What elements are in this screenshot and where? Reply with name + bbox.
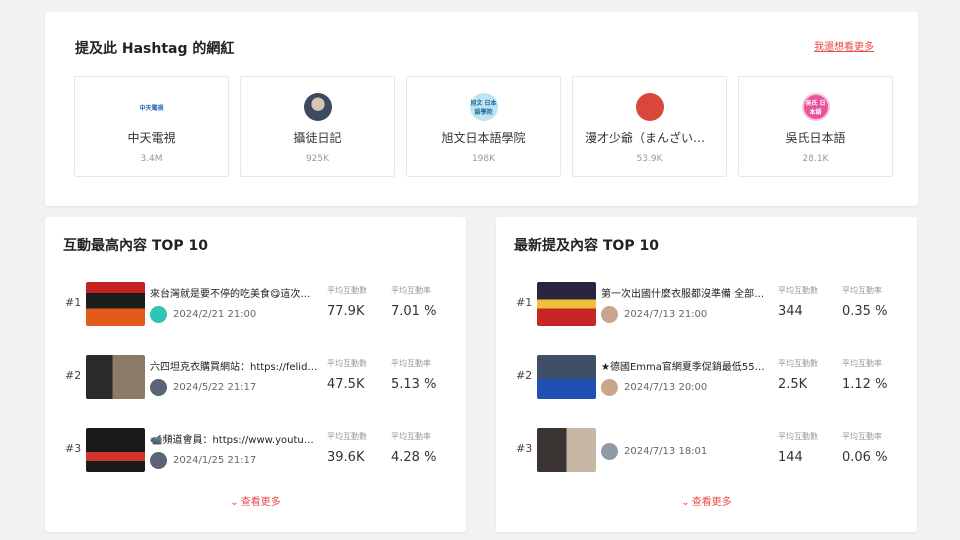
avg-rate-label: 平均互動率 — [391, 432, 431, 441]
avg-interactions-value: 2.5K — [778, 377, 808, 392]
see-more-influencers-link[interactable]: 我還想看更多 — [814, 38, 874, 53]
channel-avatar-icon — [150, 452, 167, 469]
post-thumbnail[interactable] — [537, 355, 596, 399]
influencers-card: 提及此 Hashtag 的網紅 我還想看更多 中天電視 中天電視 3.4M 攝徒… — [45, 12, 918, 206]
post-thumbnail[interactable] — [86, 355, 145, 399]
post-thumbnail[interactable] — [86, 428, 145, 472]
chevron-double-down-icon: ⌄ — [230, 497, 239, 508]
avatar-icon — [635, 93, 664, 121]
avg-interactions-label: 平均互動數 — [327, 432, 367, 441]
post-row[interactable]: #2 六四坦克衣購買網站：https://felid… 2024/5/22 21… — [45, 352, 466, 400]
avg-rate-label: 平均互動率 — [391, 359, 431, 368]
influencer-name: 漫才少爺（まんざいぼ… — [585, 131, 718, 145]
ctitv-logo-icon: 中天電視 — [137, 93, 166, 121]
chevron-double-down-icon: ⌄ — [681, 497, 690, 508]
avg-rate-label: 平均互動率 — [842, 359, 882, 368]
post-row[interactable]: #3 📹頻道會員：https://www.youtu… 2024/1/25 21… — [45, 425, 466, 473]
follower-count: 53.9K — [636, 154, 663, 164]
avg-rate-value: 5.13 % — [391, 377, 437, 392]
channel-avatar-icon — [150, 379, 167, 396]
avg-interactions-value: 144 — [778, 450, 803, 465]
rank-label: #3 — [516, 442, 533, 455]
avg-rate-value: 0.06 % — [842, 450, 888, 465]
top-interaction-title: 互動最高內容 TOP 10 — [63, 238, 208, 254]
post-title[interactable]: 六四坦克衣購買網站：https://felid… — [150, 358, 320, 373]
see-more-label: 查看更多 — [691, 497, 732, 508]
influencer-card[interactable]: 中天電視 中天電視 3.4M — [74, 76, 229, 177]
channel-avatar-icon — [601, 306, 618, 323]
rank-label: #3 — [65, 442, 82, 455]
channel-avatar-icon — [601, 379, 618, 396]
avg-rate-label: 平均互動率 — [842, 286, 882, 295]
post-title[interactable]: 來台灣就是要不停的吃美食😋這次… — [150, 285, 320, 300]
avg-rate-value: 7.01 % — [391, 304, 437, 319]
channel-avatar-icon — [150, 306, 167, 323]
post-thumbnail[interactable] — [86, 282, 145, 326]
avg-interactions-value: 344 — [778, 304, 803, 319]
rank-label: #1 — [65, 296, 82, 309]
post-date: 2024/1/25 21:17 — [173, 455, 257, 466]
rank-label: #1 — [516, 296, 533, 309]
avg-rate-value: 1.12 % — [842, 377, 888, 392]
avg-rate-label: 平均互動率 — [842, 432, 882, 441]
post-row[interactable]: #1 第一次出國什麼衣服都沒準備 全部… 2024/7/13 21:00 平均互… — [496, 279, 917, 327]
avg-rate-label: 平均互動率 — [391, 286, 431, 295]
channel-avatar-icon — [601, 443, 618, 460]
post-date: 2024/7/13 20:00 — [624, 382, 708, 393]
influencer-name: 旭文日本語學院 — [441, 131, 526, 145]
avg-interactions-value: 47.5K — [327, 377, 365, 392]
post-title[interactable]: 📹頻道會員：https://www.youtu… — [150, 431, 320, 446]
avg-rate-value: 4.28 % — [391, 450, 437, 465]
wu-logo-icon: 吳氏 日本語 — [801, 93, 830, 121]
influencer-card[interactable]: 旭文 日本語學院 旭文日本語學院 198K — [406, 76, 561, 177]
xuwen-logo-icon: 旭文 日本語學院 — [469, 93, 498, 121]
avg-interactions-label: 平均互動數 — [327, 359, 367, 368]
avg-interactions-label: 平均互動數 — [778, 432, 818, 441]
post-thumbnail[interactable] — [537, 428, 596, 472]
influencer-name: 中天電視 — [127, 131, 176, 145]
avg-rate-value: 0.35 % — [842, 304, 888, 319]
avatar-icon — [303, 93, 332, 121]
influencer-card[interactable]: 吳氏 日本語 吳氏日本語 28.1K — [738, 76, 893, 177]
post-row[interactable]: #1 來台灣就是要不停的吃美食😋這次… 2024/2/21 21:00 平均互動… — [45, 279, 466, 327]
avg-interactions-label: 平均互動數 — [327, 286, 367, 295]
see-more-button[interactable]: ⌄ 查看更多 — [45, 493, 466, 508]
latest-mentions-title: 最新提及內容 TOP 10 — [514, 238, 659, 254]
post-row[interactable]: #3 2024/7/13 18:01 平均互動數 144 平均互動率 0.06 … — [496, 425, 917, 473]
post-title[interactable]: ★德國Emma官網夏季促銷最低55… — [601, 358, 771, 373]
avg-interactions-value: 39.6K — [327, 450, 365, 465]
follower-count: 198K — [471, 154, 496, 164]
latest-mentions-card: 最新提及內容 TOP 10 #1 第一次出國什麼衣服都沒準備 全部… 2024/… — [496, 217, 917, 532]
see-more-button[interactable]: ⌄ 查看更多 — [496, 493, 917, 508]
post-date: 2024/7/13 18:01 — [624, 446, 708, 457]
avg-interactions-label: 平均互動數 — [778, 286, 818, 295]
influencer-name: 攝徒日記 — [293, 131, 342, 145]
follower-count: 3.4M — [140, 154, 163, 164]
avg-interactions-label: 平均互動數 — [778, 359, 818, 368]
influencer-card[interactable]: 攝徒日記 925K — [240, 76, 395, 177]
post-date: 2024/2/21 21:00 — [173, 309, 257, 320]
post-date: 2024/5/22 21:17 — [173, 382, 257, 393]
influencer-card[interactable]: 漫才少爺（まんざいぼ… 53.9K — [572, 76, 727, 177]
post-thumbnail[interactable] — [537, 282, 596, 326]
influencer-name: 吳氏日本語 — [785, 131, 846, 145]
influencers-title: 提及此 Hashtag 的網紅 — [75, 41, 235, 57]
post-date: 2024/7/13 21:00 — [624, 309, 708, 320]
see-more-label: 查看更多 — [240, 497, 281, 508]
post-title[interactable]: 第一次出國什麼衣服都沒準備 全部… — [601, 285, 771, 300]
follower-count: 925K — [305, 154, 330, 164]
influencer-list: 中天電視 中天電視 3.4M 攝徒日記 925K 旭文 日本語學院 旭文日本語學… — [74, 76, 893, 177]
avg-interactions-value: 77.9K — [327, 304, 365, 319]
rank-label: #2 — [516, 369, 533, 382]
post-row[interactable]: #2 ★德國Emma官網夏季促銷最低55… 2024/7/13 20:00 平均… — [496, 352, 917, 400]
top-interaction-card: 互動最高內容 TOP 10 #1 來台灣就是要不停的吃美食😋這次… 2024/2… — [45, 217, 466, 532]
follower-count: 28.1K — [802, 154, 829, 164]
rank-label: #2 — [65, 369, 82, 382]
